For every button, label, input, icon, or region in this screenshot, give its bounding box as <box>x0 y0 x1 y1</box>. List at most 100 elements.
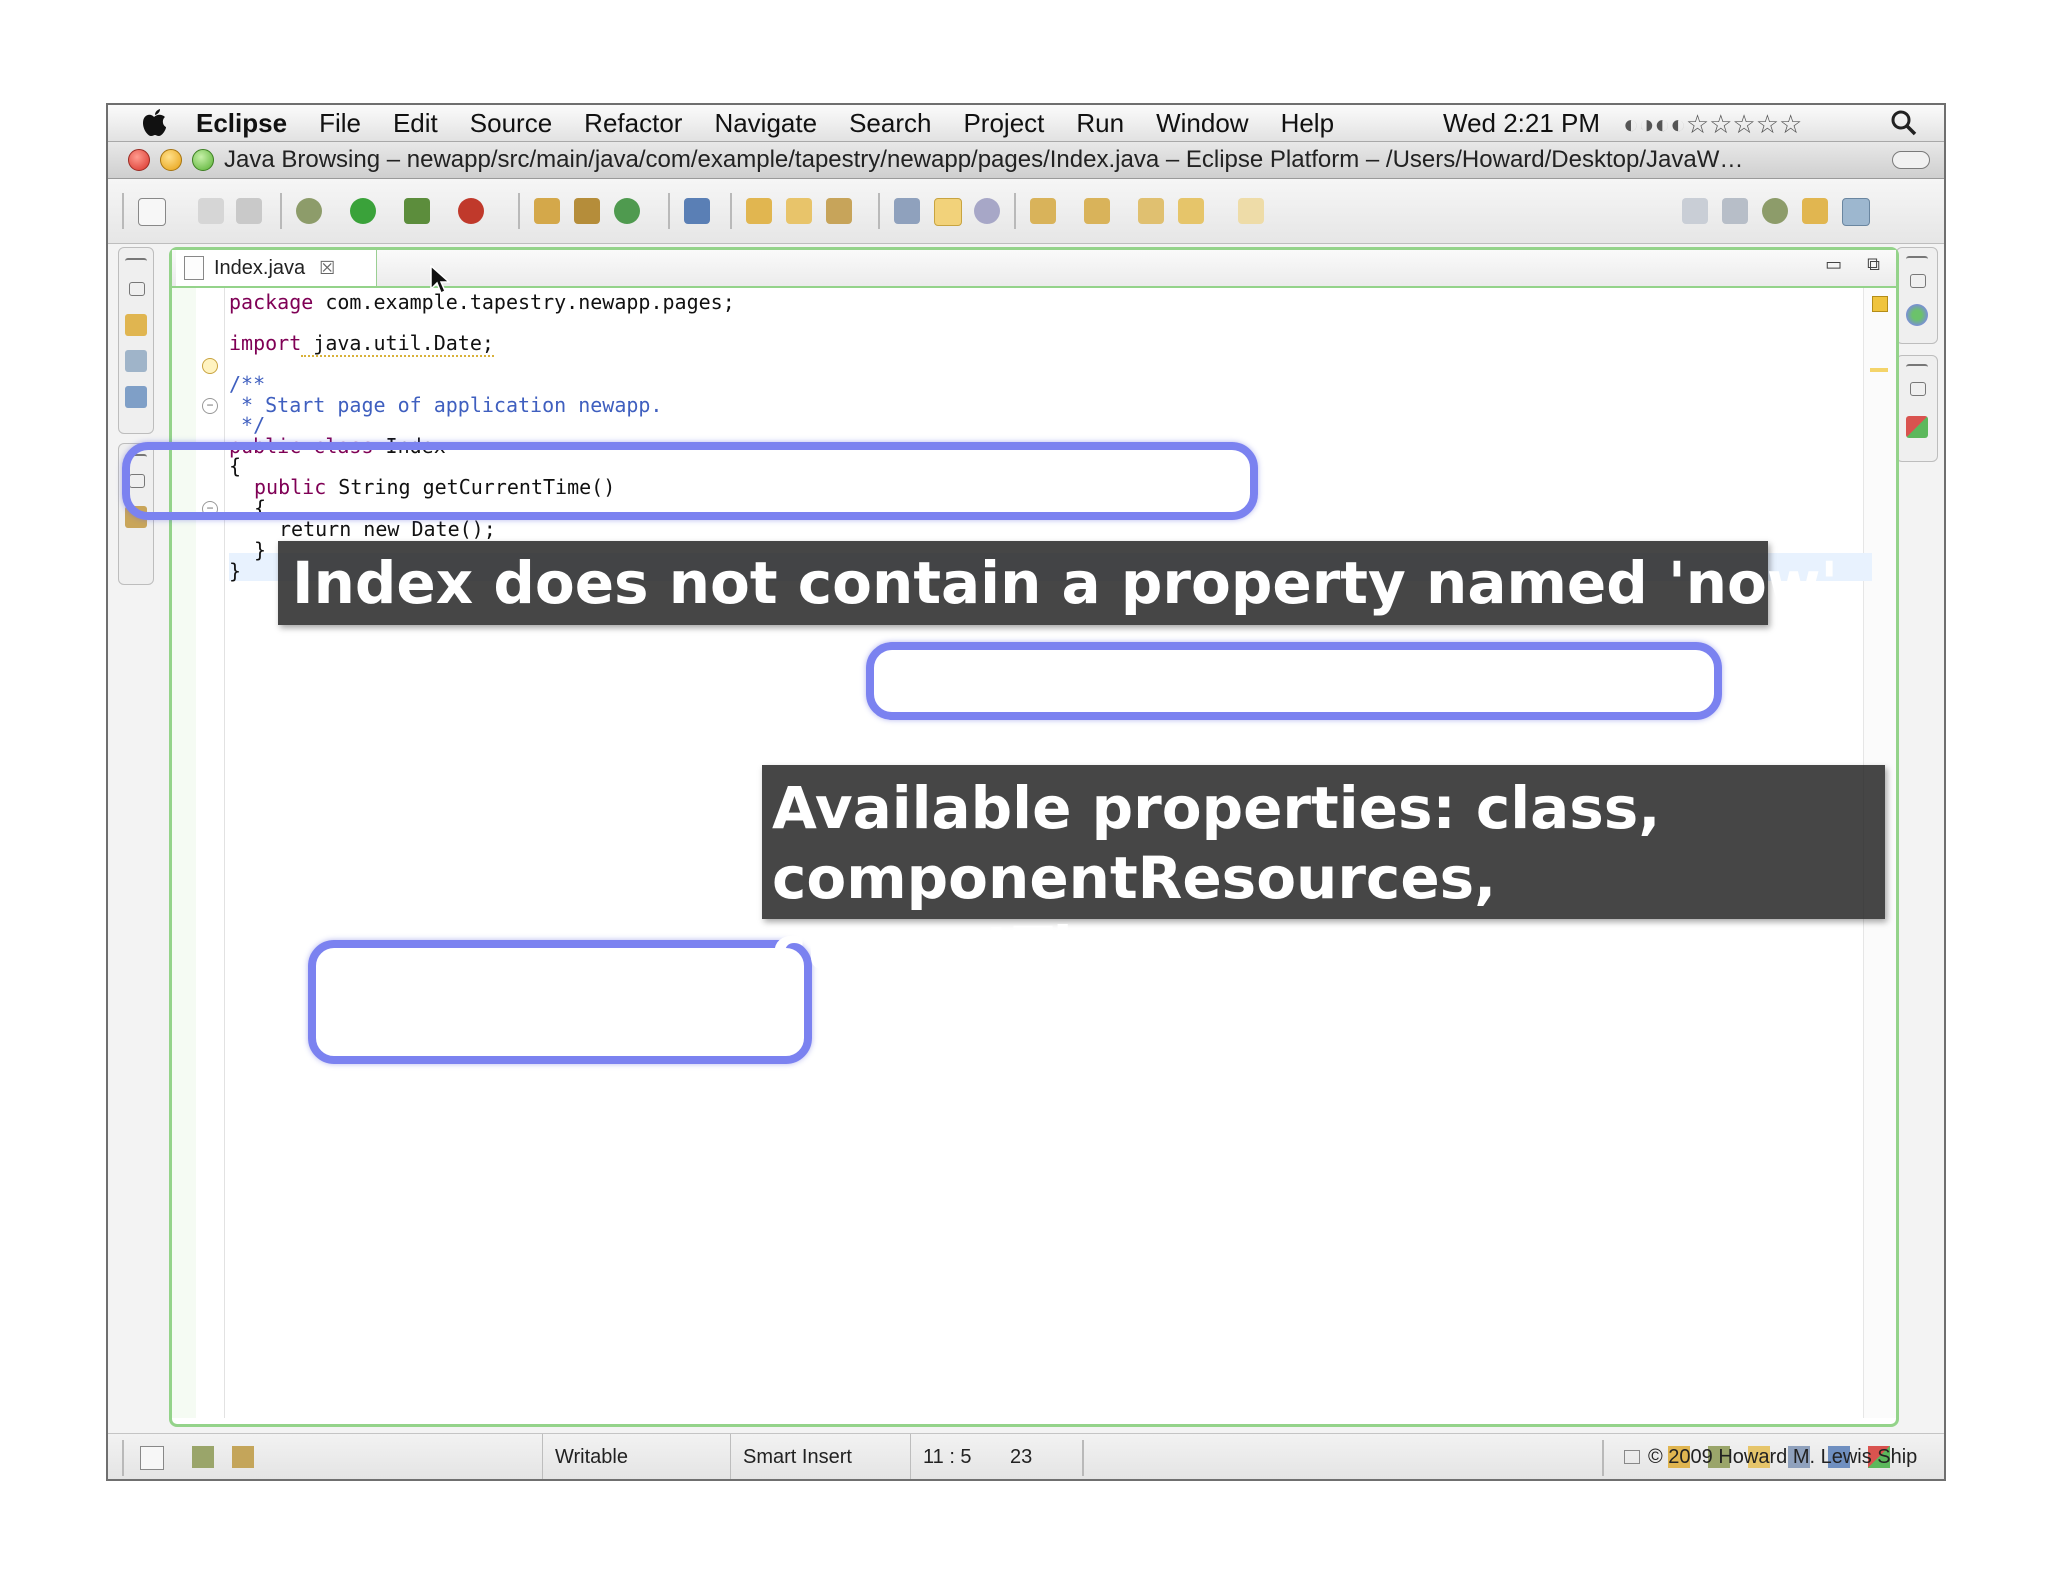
menu-source[interactable]: Source <box>470 108 552 139</box>
forward-icon[interactable] <box>1238 198 1264 224</box>
open-resource-icon[interactable] <box>786 198 812 224</box>
window-titlebar: Java Browsing – newapp/src/main/java/com… <box>108 142 1944 179</box>
editor-window-controls[interactable]: ▭ ⧉ <box>1825 254 1890 275</box>
restore-view-icon[interactable] <box>125 258 147 264</box>
maximize-view-icon[interactable] <box>1910 274 1926 288</box>
new-class-icon[interactable] <box>614 198 640 224</box>
toolbar-separator <box>878 193 880 229</box>
menu-help[interactable]: Help <box>1281 108 1334 139</box>
mouse-pointer-icon <box>430 265 450 295</box>
menubar-clock[interactable]: Wed 2:21 PM <box>1443 108 1600 139</box>
window-title: Java Browsing – newapp/src/main/java/com… <box>224 146 1744 173</box>
fast-view-icon[interactable] <box>140 1446 164 1470</box>
right-view-dock <box>1896 247 1938 344</box>
menu-file[interactable]: File <box>319 108 361 139</box>
next-annotation-icon[interactable] <box>1030 198 1056 224</box>
toolbar-separator <box>518 193 520 229</box>
save-icon[interactable] <box>198 198 224 224</box>
perspective-resource-icon[interactable] <box>1722 198 1748 224</box>
menu-app-name[interactable]: Eclipse <box>196 108 287 139</box>
warning-marker-icon[interactable] <box>202 358 218 374</box>
previous-annotation-icon[interactable] <box>1084 198 1110 224</box>
menu-refactor[interactable]: Refactor <box>584 108 682 139</box>
left-view-dock <box>118 247 154 434</box>
close-window-icon[interactable] <box>128 149 150 171</box>
fold-toggle-icon[interactable]: − <box>202 398 218 414</box>
search-tool-icon[interactable] <box>826 198 852 224</box>
menu-edit[interactable]: Edit <box>393 108 438 139</box>
code-line: package com.example.tapestry.newapp.page… <box>229 290 735 314</box>
status-glyphs: ◐◑◐◐☆☆☆☆☆ <box>1623 109 1803 139</box>
callout-class-declaration <box>122 442 1258 520</box>
close-tab-icon[interactable]: ☒ <box>319 258 335 279</box>
status-writable: Writable <box>542 1434 729 1479</box>
run-icon[interactable] <box>350 198 376 224</box>
tasks-icon[interactable] <box>1906 304 1928 326</box>
last-edit-location-icon[interactable] <box>1138 198 1164 224</box>
available-properties-banner: Available properties: class, componentRe… <box>762 765 1885 982</box>
perspective-debug-icon[interactable] <box>1762 198 1788 224</box>
main-toolbar <box>108 179 1944 244</box>
overview-warning-mark[interactable] <box>1870 368 1888 372</box>
apple-menu-icon[interactable] <box>134 108 174 138</box>
toolbar-separator <box>280 193 282 229</box>
code-line: * Start page of application newapp. <box>229 393 663 417</box>
open-perspective-icon[interactable] <box>1682 198 1708 224</box>
status-insert-mode[interactable]: Smart Insert <box>730 1434 909 1479</box>
available-properties-line-2: componentResources, currentTime <box>772 844 1497 982</box>
toolbar-separator <box>122 193 124 229</box>
tab-label: Index.java <box>214 256 306 279</box>
back-icon[interactable] <box>1178 198 1204 224</box>
slide-number: 23 <box>1010 1446 1033 1468</box>
tab-index-java[interactable]: Index.java ☒ <box>176 250 377 286</box>
hierarchy-icon[interactable] <box>125 350 147 372</box>
toolbar-separator <box>668 193 670 229</box>
toolbar-separator <box>1014 193 1016 229</box>
new-java-project-icon[interactable] <box>534 198 560 224</box>
status-separator <box>1082 1440 1084 1476</box>
tree-view-icon[interactable] <box>192 1446 214 1468</box>
zoom-window-icon[interactable] <box>192 149 214 171</box>
minimized-views-icon[interactable] <box>1624 1450 1640 1464</box>
menu-navigate[interactable]: Navigate <box>714 108 817 139</box>
toggle-highlight-icon[interactable] <box>934 198 962 226</box>
run-configurations-icon[interactable] <box>404 198 430 224</box>
show-whitespace-icon[interactable] <box>974 198 1000 224</box>
package-explorer-icon[interactable] <box>125 314 147 336</box>
toolbar-separator <box>730 193 732 229</box>
menu-run[interactable]: Run <box>1076 108 1124 139</box>
code-text: com.example.tapestry.newapp.pages; <box>313 290 735 314</box>
code-line: } <box>229 559 242 583</box>
mac-menubar: Eclipse File Edit Source Refactor Naviga… <box>108 105 1944 142</box>
menu-search[interactable]: Search <box>849 108 931 139</box>
minimize-window-icon[interactable] <box>160 149 182 171</box>
code-text: java.util.Date; <box>301 331 494 357</box>
perspective-java-browsing-icon[interactable] <box>1842 198 1870 226</box>
maximize-view-icon[interactable] <box>129 282 145 296</box>
new-package-icon[interactable] <box>574 198 600 224</box>
open-folder-icon[interactable] <box>746 198 772 224</box>
menu-project[interactable]: Project <box>963 108 1044 139</box>
spotlight-search-icon[interactable] <box>1890 109 1918 137</box>
outline-icon[interactable] <box>125 386 147 408</box>
restore-view-icon[interactable] <box>1906 364 1928 370</box>
overview-status-icon[interactable] <box>1872 296 1888 312</box>
perspective-java-icon[interactable] <box>1802 198 1828 224</box>
maximize-view-icon[interactable] <box>1910 382 1926 396</box>
code-line: return new Date(); <box>279 517 496 541</box>
status-cursor-position: 11 : 5 <box>910 1434 1003 1479</box>
open-view-icon[interactable] <box>232 1446 254 1468</box>
menu-window[interactable]: Window <box>1156 108 1248 139</box>
restore-view-icon[interactable] <box>1906 256 1928 262</box>
problems-icon[interactable] <box>1906 416 1928 438</box>
toolbar-toggle-button[interactable] <box>1892 151 1930 169</box>
menubar-status-icons[interactable]: ◐◑◐◐☆☆☆☆☆ <box>1623 109 1802 140</box>
new-icon[interactable] <box>138 198 166 226</box>
external-tools-icon[interactable] <box>458 198 484 224</box>
print-icon[interactable] <box>236 198 262 224</box>
open-type-icon[interactable] <box>684 198 710 224</box>
debug-icon[interactable] <box>296 198 322 224</box>
callout-empty-2 <box>308 940 812 1064</box>
status-separator <box>1602 1440 1604 1476</box>
toggle-mark-occurrences-icon[interactable] <box>894 198 920 224</box>
